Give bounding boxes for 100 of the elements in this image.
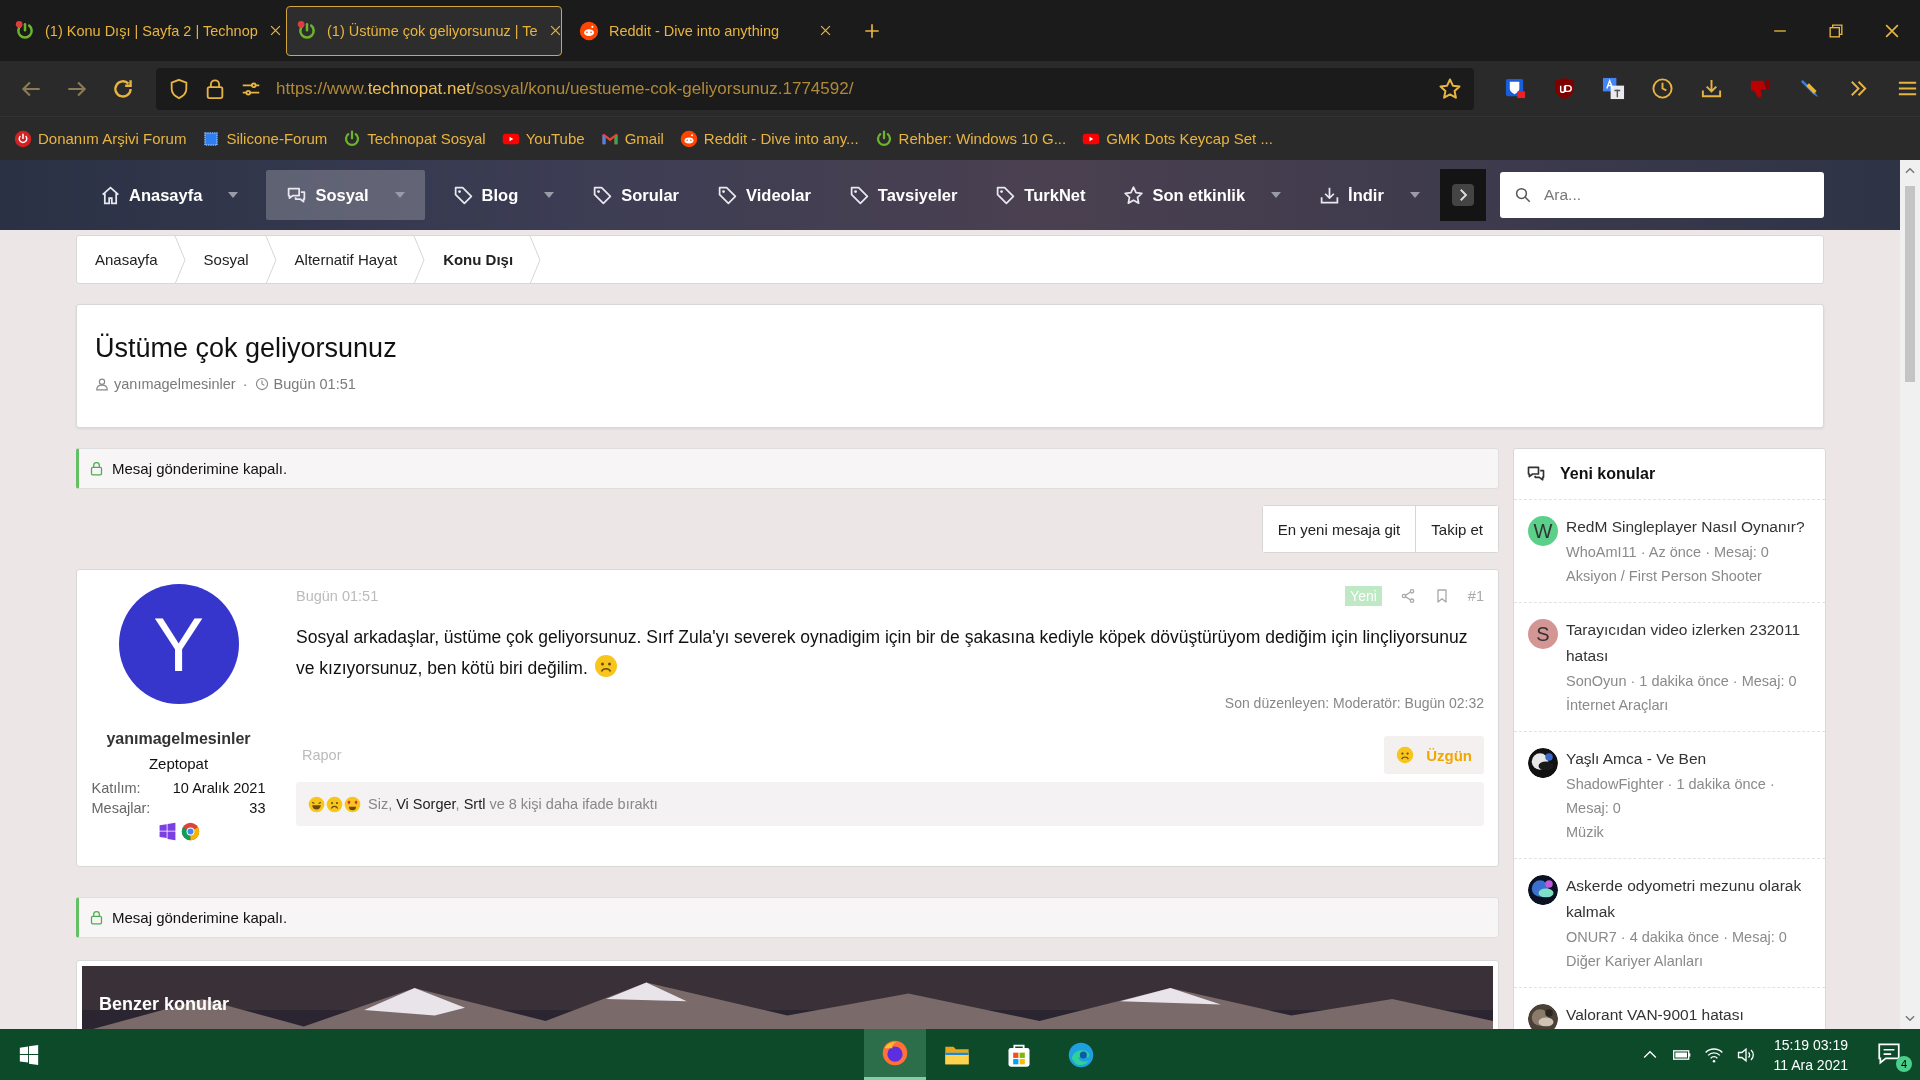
shield-icon[interactable] [1553,77,1576,100]
user-link[interactable]: Srtl [463,796,486,812]
bookmark[interactable]: Rehber: Windows 10 G... [874,129,1067,148]
lock-icon [204,77,226,100]
avatar[interactable]: Y [118,584,239,704]
bookmark[interactable]: Gmail [600,129,664,148]
url-text[interactable]: https://www.technopat.net/sosyal/konu/uestueme-cok-geliyorsunuz.1774592/ [276,78,854,99]
start-icon[interactable] [18,1043,40,1066]
stat-label: Mesajlar: [91,800,152,816]
post-text: Sosyal arkadaşlar, üstüme çok geliyorsunuz. Sırf Zula'yı severek oynadigim için bir de şakasına kediyle köpek dövüştürüyom dediğim için linçliyorsunuz ve kızıyorsunuz, ben kötü biri değilim. [296,627,1468,678]
caret-icon[interactable] [1271,192,1282,198]
thread-link[interactable]: Valorant VAN-9001 hatası [1566,1002,1815,1028]
close-icon[interactable] [818,23,833,38]
forum-link[interactable]: Diğer Kariyer Alanları [1566,949,1815,973]
thread-link[interactable]: Yaşlı Amca - Ve Ben [1566,746,1815,772]
reddit-icon [579,20,599,41]
browser-tab[interactable]: Reddit - Dive into anything [568,5,844,56]
download-icon[interactable] [1700,77,1723,100]
tag-icon [848,184,870,206]
separator-dot: · [242,376,248,392]
home-icon [100,184,121,206]
forum-link[interactable]: Aksiyon / First Person Shooter [1566,564,1815,588]
thread-link[interactable]: Askerde odyometri mezunu olarak kalmak [1566,873,1815,925]
forum-link[interactable]: İnternet Araçları [1566,693,1815,717]
sad-emoji-icon [593,654,618,678]
tag-icon [995,184,1017,206]
author-link[interactable]: yanımagelmesinler [114,376,236,392]
thread-link[interactable]: RedM Singleplayer Nasıl Oynanır? [1566,514,1815,540]
avatar[interactable]: W [1528,516,1558,546]
caret-icon[interactable] [228,192,239,198]
user-icon [95,377,109,391]
post-date: Bugün 01:51 [296,588,379,604]
history-icon[interactable] [1651,77,1674,100]
browser-icon [881,1039,909,1067]
breadcrumb-link[interactable]: Alternatif Hayat [292,251,414,268]
thumbs-down-icon[interactable] [1749,77,1772,100]
pencil-icon[interactable] [1798,77,1821,100]
clock-icon [254,377,269,391]
notice-text: Mesaj gönderimine kapalı. [112,460,288,477]
scrollbar[interactable] [1900,160,1920,1029]
address-bar[interactable]: https://www.technopat.net/sosyal/konu/uestueme-cok-geliyorsunuz.1774592/ [156,67,1474,110]
new-badge: Yeni [1345,586,1382,606]
bookmark[interactable]: Silicone-Forum [202,129,328,148]
stat-value: 33 [248,800,266,816]
nav-tab[interactable]: Tavsiyeler [848,184,958,206]
forum-link[interactable]: Müzik [1566,820,1815,844]
browser-icon [1067,1040,1095,1069]
post-time: Bugün 01:51 [273,376,356,392]
stat-value: 10 Aralık 2021 [171,780,266,796]
panel-title: Yeni konular [1560,465,1656,483]
nav-tab[interactable]: Sosyal [286,184,369,206]
caret-icon[interactable] [1409,192,1420,198]
avatar[interactable]: S [1528,619,1558,649]
nav-tab[interactable]: İndir [1319,184,1384,206]
user-link[interactable]: Vi Sorger [396,796,456,812]
password-manager-icon[interactable] [1504,77,1527,100]
nav-tab[interactable]: TurkNet [995,184,1086,206]
translate-icon[interactable] [1602,77,1625,100]
power-icon [874,129,893,148]
bookmark[interactable]: Technopat Sosyal [343,129,486,148]
nav-tab[interactable]: Anasayfa [100,184,203,206]
reactions-text: Siz, Vi Sorger, Srtl ve 8 kişi daha ifade bıraktı [368,796,658,812]
browser-icon [180,822,200,841]
lock-icon [89,461,104,476]
notice-text: Mesaj gönderimine kapalı. [112,909,288,926]
breadcrumb-link[interactable]: Konu Dışı [441,251,530,268]
action-button[interactable]: Takip et [1415,506,1498,552]
caret-icon[interactable] [544,192,555,198]
bookmark[interactable]: Donanım Arşivi Forum [14,129,187,148]
browser-tab[interactable]: (1) Konu Dışı | Sayfa 2 | Technop [4,5,280,56]
tag-icon [717,184,739,206]
username-link[interactable]: yanımagelmesinler [106,730,251,748]
thread-title: Üstüme çok geliyorsunuz [95,333,398,364]
power-icon [15,20,35,41]
nav-tab[interactable]: Videolar [717,184,811,206]
power-icon [14,129,32,148]
thread-link[interactable]: Tarayıcıdan video izlerken 232011 hatası [1566,617,1815,669]
search-field[interactable]: Ara... [1500,172,1824,218]
nav-tab[interactable]: Sorular [592,184,680,206]
nav-tab[interactable]: Blog [452,184,519,206]
breadcrumb-link[interactable]: Anasayfa [93,251,174,268]
browser-tab[interactable]: (1) Üstüme çok geliyorsunuz | Te [286,5,562,56]
scrollbar-thumb[interactable] [1905,186,1915,382]
chevron-right-icon [1452,184,1474,206]
clock[interactable]: 15:19 03:19 11 Ara 2021 [1773,1034,1848,1075]
edit-note: Son düzenleyen: Moderatör: Bugün 02:32 [1223,695,1484,711]
breadcrumb-link[interactable]: Sosyal [201,251,265,268]
bookmark[interactable]: Reddit - Dive into any... [679,129,859,148]
stat-label: Katılım: [91,780,142,796]
reddit-icon [679,129,698,148]
power-icon [297,20,317,41]
bookmark[interactable]: GMK Dots Keycap Set ... [1082,129,1273,148]
bookmark-star-icon[interactable] [1438,76,1462,101]
lock-icon [89,910,104,925]
shield-icon [168,77,190,100]
star-icon [1123,184,1145,206]
nav-tab[interactable]: Son etkinlik [1123,184,1246,206]
bookmark[interactable]: YouTube [501,129,585,148]
thread-meta: ShadowFighter · 1 dakika önce · Mesaj: 0 [1566,775,1776,818]
chip-icon [202,129,221,148]
